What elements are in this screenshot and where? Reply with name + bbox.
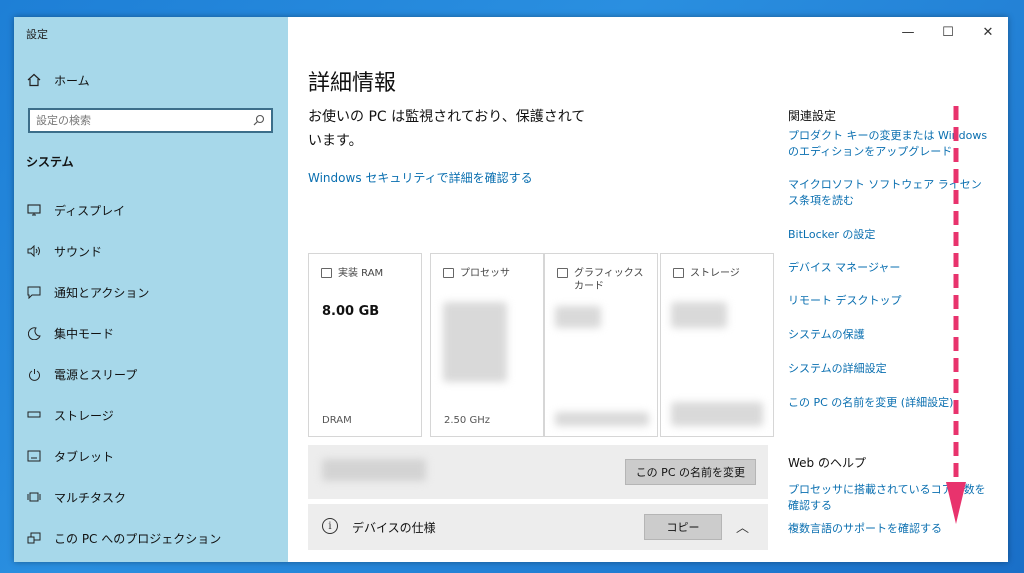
power-icon xyxy=(26,366,42,382)
projection-icon xyxy=(26,530,42,546)
redacted-storage-size xyxy=(671,302,727,328)
sidebar-item-tablet[interactable]: タブレット xyxy=(26,442,114,470)
main-content: 詳細情報 お使いの PC は監視されており、保護されています。 Windows … xyxy=(288,17,774,562)
protection-status: お使いの PC は監視されており、保護されています。 xyxy=(308,109,586,149)
device-spec-label: デバイスの仕様 xyxy=(352,521,436,535)
sidebar-item-label: マルチタスク xyxy=(54,490,127,505)
display-icon xyxy=(26,202,42,218)
info-icon: i xyxy=(322,518,338,534)
device-spec-header[interactable]: i デバイスの仕様 コピー ︿ xyxy=(308,504,768,550)
page-title: 詳細情報 xyxy=(308,71,397,96)
notification-icon xyxy=(26,284,42,300)
processor-speed: 2.50 GHz xyxy=(444,415,490,426)
moon-icon xyxy=(26,325,42,341)
storage-card: ストレージ xyxy=(660,253,774,437)
card-label: グラフィックス カード xyxy=(574,268,644,292)
card-label: 実装 RAM xyxy=(338,268,384,279)
sidebar-item-label: サウンド xyxy=(54,244,103,259)
sidebar: 設定 ホーム システム ディスプレイ サウンド 通知とアクション xyxy=(14,17,288,562)
sidebar-item-notifications[interactable]: 通知とアクション xyxy=(26,278,149,306)
processor-card: プロセッサ 2.50 GHz xyxy=(430,253,544,437)
ram-icon xyxy=(321,268,332,278)
windows-security-link[interactable]: Windows セキュリティで詳細を確認する xyxy=(308,169,533,186)
home-icon xyxy=(26,72,42,88)
sidebar-item-label: タブレット xyxy=(54,449,115,464)
related-settings: 関連設定 プロダクト キーの変更または Windows のエディションをアップグ… xyxy=(788,17,1008,562)
redacted-storage-model xyxy=(671,402,763,426)
search-input[interactable] xyxy=(36,114,253,127)
processor-icon xyxy=(443,268,454,278)
sidebar-item-power[interactable]: 電源とスリープ xyxy=(26,360,137,388)
sidebar-item-display[interactable]: ディスプレイ xyxy=(26,196,125,224)
sidebar-item-label: 集中モード xyxy=(54,326,115,341)
sidebar-item-multitask[interactable]: マルチタスク xyxy=(26,483,126,511)
sidebar-item-projection[interactable]: この PC へのプロジェクション xyxy=(26,524,221,552)
rename-pc-button[interactable]: この PC の名前を変更 xyxy=(624,459,756,485)
graphics-card: グラフィックス カード xyxy=(544,253,658,437)
app-title: 設定 xyxy=(26,28,48,41)
redacted-pc-name xyxy=(322,459,426,481)
sidebar-item-home[interactable]: ホーム xyxy=(26,66,90,94)
copy-button[interactable]: コピー xyxy=(644,514,722,540)
ram-value: 8.00 GB xyxy=(322,304,380,319)
sidebar-item-label: ホーム xyxy=(54,73,90,88)
storage-icon xyxy=(673,268,684,278)
gpu-icon xyxy=(557,268,568,278)
redacted-gpu-name xyxy=(555,306,601,328)
sidebar-item-label: 電源とスリープ xyxy=(54,367,138,382)
scroll-down-arrow-annotation xyxy=(946,106,966,524)
ram-card: 実装 RAM 8.00 GB DRAM xyxy=(308,253,422,437)
tablet-icon xyxy=(26,448,42,464)
redacted-processor-name xyxy=(443,302,507,382)
chevron-up-icon[interactable]: ︿ xyxy=(736,517,749,536)
sidebar-item-storage[interactable]: ストレージ xyxy=(26,401,114,429)
settings-window: 設定 ホーム システム ディスプレイ サウンド 通知とアクション xyxy=(14,17,1008,562)
sidebar-item-label: この PC へのプロジェクション xyxy=(54,531,222,546)
sidebar-item-label: 通知とアクション xyxy=(54,285,150,300)
search-icon[interactable] xyxy=(253,111,265,130)
multitask-icon xyxy=(26,489,42,505)
card-label: プロセッサ xyxy=(460,268,510,279)
web-help-title: Web のヘルプ xyxy=(788,456,866,470)
redacted-gpu-memory xyxy=(555,412,649,426)
card-label: ストレージ xyxy=(690,268,740,279)
storage-icon xyxy=(26,407,42,423)
related-settings-title: 関連設定 xyxy=(788,109,837,123)
sidebar-item-label: ストレージ xyxy=(54,408,114,423)
sidebar-item-sound[interactable]: サウンド xyxy=(26,237,102,265)
sidebar-item-label: ディスプレイ xyxy=(54,203,126,218)
search-field[interactable] xyxy=(28,108,273,133)
sidebar-item-focus[interactable]: 集中モード xyxy=(26,319,114,347)
pc-name-row: この PC の名前を変更 xyxy=(308,445,768,499)
speaker-icon xyxy=(26,243,42,259)
ram-type: DRAM xyxy=(322,415,352,426)
section-title: システム xyxy=(26,155,74,169)
